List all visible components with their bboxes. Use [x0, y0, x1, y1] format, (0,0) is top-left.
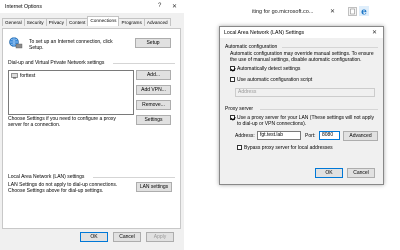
- internet-options-window: Internet Options ? ✕ General Security Pr…: [0, 0, 185, 250]
- connections-panel: To set up an Internet connection, click …: [2, 28, 181, 229]
- tab-privacy[interactable]: Privacy: [45, 18, 67, 26]
- close-icon[interactable]: ✕: [372, 29, 377, 36]
- internet-options-titlebar: Internet Options: [0, 0, 184, 13]
- divider: [113, 63, 175, 64]
- auto-detect-checkbox[interactable]: [230, 66, 235, 71]
- auto-detect-label: Automatically detect settings: [237, 66, 301, 72]
- use-proxy-label: Use a proxy server for your LAN (These s…: [237, 115, 374, 127]
- browser-address-text: iting for go.microsoft.co...: [252, 9, 314, 15]
- lan-dialog-title: Local Area Network (LAN) Settings: [224, 30, 305, 36]
- lan-cancel-button[interactable]: Cancel: [347, 168, 375, 178]
- auto-config-header: Automatic configuration: [225, 44, 278, 50]
- remove-button[interactable]: Remove...: [136, 100, 171, 110]
- lan-settings-dialog: Local Area Network (LAN) Settings ✕ Auto…: [219, 26, 384, 185]
- window-title: Internet Options: [5, 3, 42, 10]
- tab-content[interactable]: Content: [66, 18, 89, 26]
- connection-name: forttest: [20, 73, 36, 79]
- lan-settings-button[interactable]: LAN settings: [136, 182, 172, 192]
- address-label: Address:: [235, 133, 255, 139]
- proxy-address-value: fgt.test.lab: [260, 132, 284, 138]
- new-tab-icon[interactable]: [348, 7, 357, 16]
- tab-general[interactable]: General: [2, 18, 25, 26]
- cancel-button[interactable]: Cancel: [113, 232, 141, 242]
- script-address-field[interactable]: Address: [235, 88, 375, 97]
- proxy-address-input[interactable]: fgt.test.lab: [257, 131, 301, 140]
- add-vpn-button[interactable]: Add VPN...: [136, 85, 171, 95]
- proxy-port-value: 8080: [322, 132, 334, 138]
- dialup-header: Dial-up and Virtual Private Network sett…: [8, 60, 105, 66]
- globe-network-icon: [9, 37, 23, 49]
- add-button[interactable]: Add...: [136, 70, 171, 80]
- proxy-settings-text: Choose Settings if you need to configure…: [8, 116, 116, 128]
- settings-button[interactable]: Settings: [136, 115, 171, 125]
- proxy-port-input[interactable]: 8080: [319, 131, 340, 140]
- bypass-local-checkbox[interactable]: [237, 145, 242, 150]
- connections-list[interactable]: forttest: [8, 70, 134, 115]
- ok-button[interactable]: OK: [80, 232, 108, 242]
- tab-programs[interactable]: Programs: [118, 18, 145, 26]
- setup-text: To set up an Internet connection, click …: [29, 39, 113, 51]
- lan-header: Local Area Network (LAN) settings: [8, 174, 85, 180]
- use-script-checkbox[interactable]: [230, 77, 235, 82]
- tab-advanced[interactable]: Advanced: [143, 18, 171, 26]
- apply-button[interactable]: Apply: [146, 232, 174, 242]
- script-address-placeholder: Address: [238, 89, 257, 95]
- lan-info-text: LAN Settings do not apply to dial-up con…: [8, 182, 118, 194]
- tab-close-icon[interactable]: ✕: [330, 8, 335, 15]
- divider: [282, 47, 378, 48]
- divider: [260, 109, 378, 110]
- help-button[interactable]: ?: [158, 3, 161, 9]
- list-item[interactable]: forttest: [11, 73, 35, 79]
- port-label: Port:: [305, 133, 316, 139]
- svg-text:e: e: [361, 8, 367, 17]
- tab-security[interactable]: Security: [23, 18, 47, 26]
- divider: [93, 177, 175, 178]
- tab-strip: General Security Privacy Content Connect…: [2, 16, 171, 26]
- use-script-label: Use automatic configuration script: [237, 77, 313, 83]
- ie-logo-icon: e: [359, 6, 369, 16]
- tab-connections[interactable]: Connections: [87, 16, 120, 26]
- bypass-local-label: Bypass proxy server for local addresses: [244, 145, 333, 151]
- proxy-server-header: Proxy server: [225, 106, 254, 112]
- close-icon[interactable]: ✕: [172, 3, 177, 10]
- setup-button[interactable]: Setup: [135, 38, 171, 48]
- auto-config-text: Automatic configuration may override man…: [230, 51, 374, 63]
- lan-ok-button[interactable]: OK: [315, 168, 343, 178]
- dialup-connection-icon: [11, 73, 18, 79]
- use-proxy-checkbox[interactable]: [230, 115, 235, 120]
- advanced-button[interactable]: Advanced: [343, 131, 378, 141]
